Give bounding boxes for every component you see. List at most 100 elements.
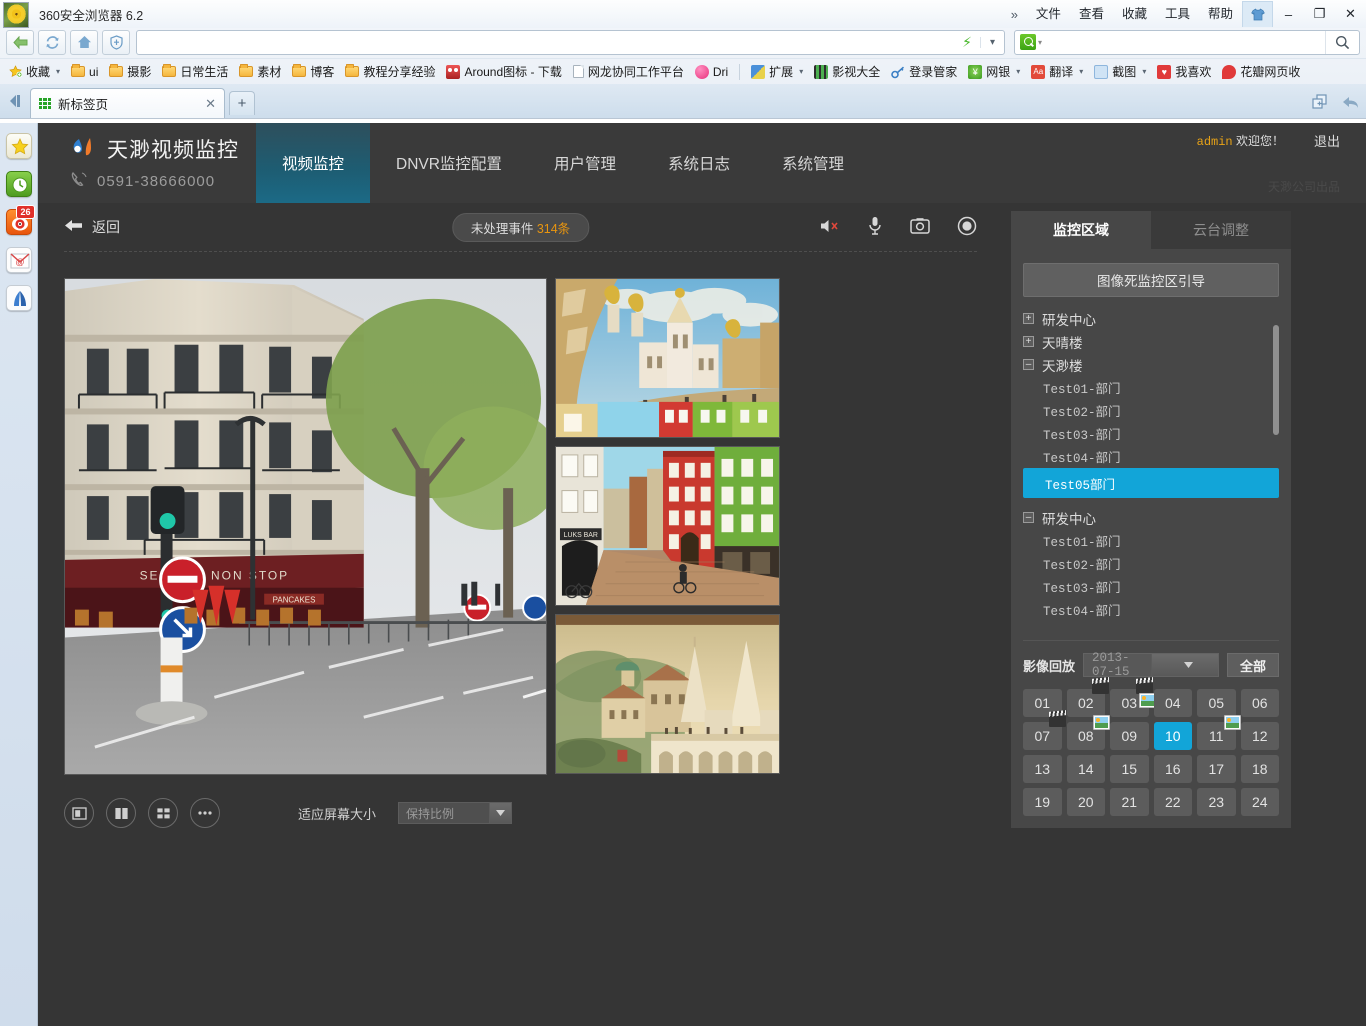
video-main-stream[interactable]: SERVICE NON STOP PANCAKES [64,278,547,775]
hour-cell-22[interactable]: 22 [1153,788,1192,816]
expand-plus-icon[interactable]: + [1023,313,1034,324]
menu-file[interactable]: 文件 [1027,0,1070,28]
tree-leaf-rd-test03[interactable]: Test03-部门 [1043,575,1279,598]
chevron-down-icon[interactable] [489,803,512,823]
back-link[interactable]: 返回 [64,217,120,237]
collapse-minus-icon[interactable]: – [1023,512,1034,523]
hour-cell-02[interactable]: 02 [1066,682,1109,717]
new-tab-button[interactable]: + [229,91,255,115]
camera-icon[interactable] [909,217,931,238]
menu-tools[interactable]: 工具 [1156,0,1199,28]
hour-cell-18[interactable]: 18 [1240,755,1279,783]
hour-cell-15[interactable]: 15 [1110,755,1149,783]
tab-monitor-area[interactable]: 监控区域 [1011,211,1151,249]
video-thumb-3[interactable] [555,614,780,774]
tree-leaf-test03[interactable]: Test03-部门 [1043,422,1279,445]
tree-leaf-test04[interactable]: Test04-部门 [1043,445,1279,468]
hour-cell-03[interactable]: 03 [1110,682,1156,717]
nav-tab-video-monitor[interactable]: 视频监控 [256,123,371,203]
hour-cell-12[interactable]: 12 [1240,722,1279,750]
nav-tab-user-management[interactable]: 用户管理 [528,123,642,203]
collapse-minus-icon[interactable]: – [1023,359,1034,370]
chevron-down-icon[interactable]: ▾ [56,67,60,76]
address-input[interactable] [137,30,954,54]
bookmark-favorites[interactable]: 收藏 ▾ [4,61,65,82]
hour-cell-24[interactable]: 24 [1240,788,1279,816]
hour-cell-21[interactable]: 21 [1110,788,1149,816]
search-engine-icon[interactable] [1020,34,1036,50]
tree-leaf-test02[interactable]: Test02-部门 [1043,399,1279,422]
extension-button-bank[interactable]: ¥ 网银 ▾ [963,61,1025,82]
back-button[interactable] [6,29,34,55]
expand-plus-icon[interactable]: + [1023,336,1034,347]
tree-leaf-test01[interactable]: Test01-部门 [1043,376,1279,399]
tab-ptz-control[interactable]: 云台调整 [1151,211,1291,249]
microphone-icon[interactable] [867,216,883,239]
bookmark-item-ui[interactable]: ui [66,63,103,81]
bookmark-item-materials[interactable]: 素材 [234,61,286,82]
hour-cell-23[interactable]: 23 [1197,788,1236,816]
tree-node-tianqing-building[interactable]: + 天晴楼 [1023,330,1279,353]
hour-cell-16[interactable]: 16 [1153,755,1192,783]
speed-lightning-icon[interactable]: ⚡ [954,34,980,51]
chevron-down-icon[interactable]: ▾ [1142,67,1146,76]
home-button[interactable] [70,29,98,55]
hour-cell-04[interactable]: 04 [1153,689,1192,717]
hour-cell-17[interactable]: 17 [1197,755,1236,783]
grid-4-icon[interactable] [148,798,178,828]
playback-date-picker[interactable]: 2013-07-15 [1083,651,1219,679]
menu-view[interactable]: 查看 [1070,0,1113,28]
blind-spot-guide-button[interactable]: 图像死监控区引导 [1023,263,1279,297]
hour-cell-20[interactable]: 20 [1066,788,1105,816]
nav-tab-dnvr-config[interactable]: DNVR监控配置 [370,123,528,203]
tree-scrollbar[interactable] [1273,325,1279,435]
bookmark-item-blog[interactable]: 博客 [287,61,339,82]
video-thumb-2[interactable]: LUKS BAR [555,446,780,606]
chevron-down-icon[interactable]: ▾ [1016,67,1020,76]
hour-cell-08[interactable]: 08 [1066,715,1110,750]
bookmark-item-photography[interactable]: 摄影 [104,61,156,82]
split-2-icon[interactable] [106,798,136,828]
tree-node-rd-center-1[interactable]: + 研发中心 [1023,307,1279,330]
unhandled-events-badge[interactable]: 未处理事件 314条 [451,212,590,242]
menu-help[interactable]: 帮助 [1199,0,1242,28]
hour-cell-07[interactable]: 07 [1023,715,1066,750]
extension-button-translate[interactable]: Aa 翻译 ▾ [1026,61,1088,82]
hour-cell-13[interactable]: 13 [1023,755,1062,783]
hour-cell-05[interactable]: 05 [1197,689,1236,717]
bookmark-item-dribbble[interactable]: Dri [690,63,733,81]
single-view-icon[interactable] [64,798,94,828]
overflow-chevron-icon[interactable]: » [1002,7,1027,22]
maximize-button[interactable]: ❐ [1304,1,1335,27]
mute-icon[interactable] [819,217,841,238]
hour-cell-11[interactable]: 11 [1197,715,1241,750]
extension-button-video[interactable]: 影视大全 [809,61,885,82]
extension-button-huaban[interactable]: 花瓣网页收 [1217,61,1305,82]
weibo-icon[interactable]: 26 [5,205,35,235]
extension-button-screenshot[interactable]: 截图 ▾ [1089,61,1151,82]
search-submit-icon[interactable] [1325,30,1359,54]
record-icon[interactable] [957,216,977,239]
hour-cell-09[interactable]: 09 [1110,722,1149,750]
tree-node-tianmiao-building[interactable]: – 天渺楼 [1023,353,1279,376]
app-icon[interactable] [5,285,32,311]
tree-leaf-rd-test02[interactable]: Test02-部门 [1043,552,1279,575]
shield-security-icon[interactable] [102,29,130,55]
extension-button-favorites[interactable]: ♥ 我喜欢 [1152,61,1216,82]
tab-close-icon[interactable]: ✕ [205,96,216,112]
bookmark-item-tutorials[interactable]: 教程分享经验 [340,61,440,82]
tab-list-toggle-icon[interactable] [4,86,30,116]
tree-leaf-test05-selected[interactable]: Test05部门 [1023,468,1279,498]
history-clock-icon[interactable] [5,171,32,197]
chevron-down-icon[interactable] [1150,654,1219,676]
nav-tab-system-log[interactable]: 系统日志 [642,123,756,203]
extension-button-extensions[interactable]: 扩展 ▾ [746,61,808,82]
close-button[interactable]: ✕ [1335,1,1366,27]
video-thumb-1[interactable] [555,278,780,438]
tree-leaf-rd-test04[interactable]: Test04-部门 [1043,598,1279,621]
bookmark-item-around[interactable]: Around图标 - 下载 [441,61,566,82]
undo-close-tab-icon[interactable] [1342,95,1360,113]
restore-tab-icon[interactable] [1312,94,1330,113]
chevron-down-icon[interactable]: ▾ [799,67,803,76]
theme-skin-icon[interactable] [1242,1,1273,27]
